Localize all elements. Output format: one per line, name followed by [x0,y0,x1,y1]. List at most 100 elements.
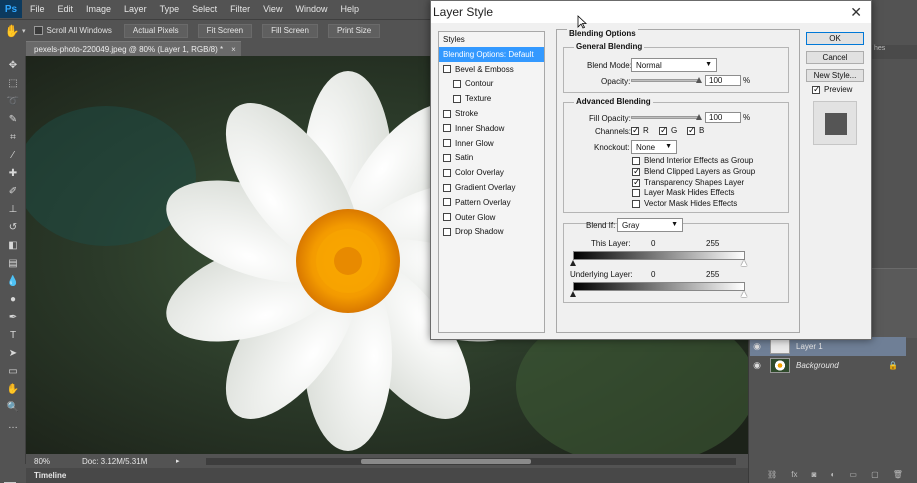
style-item-outer-glow[interactable]: Outer Glow [439,210,544,225]
fill-opacity-slider[interactable] [631,116,699,119]
style-checkbox[interactable] [443,153,451,162]
tool-preset-chevron-icon[interactable]: ▾ [22,27,26,35]
menu-window[interactable]: Window [295,4,327,14]
pen-tool-icon[interactable]: ✒ [0,308,26,326]
blur-tool-icon[interactable]: 💧 [0,272,26,290]
style-item-color-overlay[interactable]: Color Overlay [439,165,544,180]
style-item-blending-options[interactable]: Blending Options: Default [439,47,544,62]
new-style-button[interactable]: New Style... [806,69,864,82]
dialog-titlebar[interactable]: Layer Style [431,1,871,23]
marquee-tool-icon[interactable]: ⬚ [0,74,26,92]
style-checkbox[interactable] [443,168,451,177]
preview-checkbox[interactable] [812,84,821,95]
style-checkbox[interactable] [443,213,451,222]
brush-tool-icon[interactable]: ✐ [0,182,26,200]
style-checkbox[interactable] [443,198,451,207]
path-selection-tool-icon[interactable]: ➤ [0,344,26,362]
zoom-tool-icon[interactable]: 🔍 [0,398,26,416]
style-checkbox[interactable] [453,79,461,88]
underlying-layer-black-slider[interactable] [570,291,576,297]
blend-mode-dropdown[interactable]: Normal ▼ [631,58,717,72]
add-mask-icon[interactable]: ◙ [812,470,817,480]
style-item-stroke[interactable]: Stroke [439,106,544,121]
style-item-texture[interactable]: Texture [439,91,544,106]
style-checkbox[interactable] [443,109,451,118]
channel-b-checkbox[interactable] [687,125,696,136]
menu-image[interactable]: Image [86,4,111,14]
zoom-level[interactable]: 80% [26,457,66,466]
history-brush-tool-icon[interactable]: ↺ [0,218,26,236]
horizontal-scrollbar[interactable] [206,458,736,465]
layer-mask-hides-effects-option[interactable]: Layer Mask Hides Effects [632,187,735,198]
layer-style-icon[interactable]: fx [791,470,797,480]
new-group-icon[interactable]: ▭ [849,470,857,480]
vector-mask-hides-effects-checkbox[interactable] [632,199,640,208]
fill-opacity-input[interactable]: 100 [705,112,741,123]
style-checkbox[interactable] [443,227,451,236]
opacity-slider[interactable] [631,79,699,82]
quick-select-tool-icon[interactable]: ✎ [0,110,26,128]
fill-screen-button[interactable]: Fill Screen [262,23,318,38]
styles-header[interactable]: Styles [439,32,544,47]
eyedropper-tool-icon[interactable]: ⁄ [0,146,26,164]
channel-r-checkbox[interactable] [631,125,640,136]
style-item-inner-shadow[interactable]: Inner Shadow [439,121,544,136]
timeline-panel-tab[interactable]: Timeline [26,468,748,483]
style-checkbox[interactable] [443,183,451,192]
menu-view[interactable]: View [263,4,282,14]
this-layer-white-slider[interactable] [741,260,747,266]
style-item-gradient-overlay[interactable]: Gradient Overlay [439,180,544,195]
adjustment-layer-icon[interactable]: ◐ [831,470,836,480]
lasso-tool-icon[interactable]: ➰ [0,92,26,110]
fit-screen-button[interactable]: Fit Screen [197,23,253,38]
style-checkbox[interactable] [453,94,461,103]
eraser-tool-icon[interactable]: ◧ [0,236,26,254]
blend-interior-effects-checkbox[interactable] [632,156,640,165]
channel-g-checkbox[interactable] [659,125,668,136]
menu-file[interactable]: File [30,4,45,14]
menu-filter[interactable]: Filter [230,4,250,14]
style-checkbox[interactable] [443,139,451,148]
channel-b[interactable]: B [687,125,704,136]
layer-mask-hides-effects-checkbox[interactable] [632,188,640,197]
link-layers-icon[interactable]: ⛓ [767,470,777,480]
hand-tool-icon[interactable]: ✋ [4,23,20,39]
menu-type[interactable]: Type [160,4,180,14]
crop-tool-icon[interactable]: ⌗ [0,128,26,146]
ok-button[interactable]: OK [806,32,864,45]
channel-r[interactable]: R [631,125,649,136]
blend-if-dropdown[interactable]: Gray ▼ [617,218,683,232]
menu-help[interactable]: Help [340,4,359,14]
opacity-slider-knob[interactable] [696,77,702,83]
style-checkbox[interactable] [443,65,451,74]
new-layer-icon[interactable]: ▢ [871,470,879,480]
print-size-button[interactable]: Print Size [327,23,381,38]
this-layer-black-slider[interactable] [570,260,576,266]
style-item-satin[interactable]: Satin [439,151,544,166]
move-tool-icon[interactable]: ✥ [0,56,26,74]
style-item-contour[interactable]: Contour [439,77,544,92]
cancel-button[interactable]: Cancel [806,51,864,64]
dodge-tool-icon[interactable]: ● [0,290,26,308]
fill-opacity-slider-knob[interactable] [696,114,702,120]
shape-tool-icon[interactable]: ▭ [0,362,26,380]
channel-g[interactable]: G [659,125,677,136]
gradient-tool-icon[interactable]: ▤ [0,254,26,272]
preview-option[interactable]: Preview [812,84,852,95]
menu-layer[interactable]: Layer [124,4,147,14]
blend-interior-effects-option[interactable]: Blend Interior Effects as Group [632,155,753,166]
blend-clipped-layers-checkbox[interactable] [632,166,641,177]
opacity-input[interactable]: 100 [705,75,741,86]
style-item-drop-shadow[interactable]: Drop Shadow [439,225,544,240]
document-tab[interactable]: pexels-photo-220049.jpeg @ 80% (Layer 1,… [26,41,241,56]
more-tools-icon[interactable]: … [0,416,26,434]
actual-pixels-button[interactable]: Actual Pixels [123,23,188,38]
close-tab-icon[interactable]: × [231,45,236,54]
layer-row-background[interactable]: ◉ Background 🔒 [750,356,906,375]
close-icon[interactable]: ✕ [850,4,862,21]
transparency-shapes-layer-checkbox[interactable] [632,177,641,188]
clone-stamp-tool-icon[interactable]: ⊥ [0,200,26,218]
this-layer-gradient-bar[interactable] [573,251,745,260]
healing-brush-tool-icon[interactable]: ✚ [0,164,26,182]
menu-select[interactable]: Select [192,4,217,14]
